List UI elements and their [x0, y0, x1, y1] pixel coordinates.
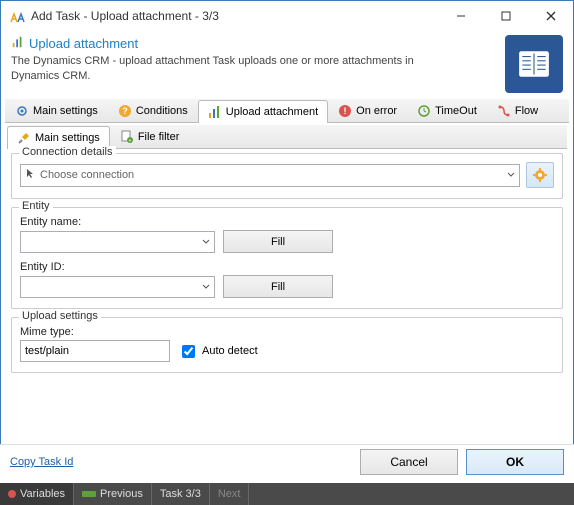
subtab-file-filter[interactable]: +File filter	[110, 125, 190, 148]
chevron-down-icon	[202, 238, 210, 246]
connection-settings-button[interactable]	[526, 162, 554, 188]
status-variables[interactable]: Variables	[0, 483, 74, 505]
header-title-row: Upload attachment	[11, 35, 505, 52]
status-task: Task 3/3	[152, 483, 210, 505]
tab-main-settings[interactable]: Main settings	[5, 99, 108, 122]
error-icon: !	[338, 104, 352, 118]
svg-text:+: +	[128, 138, 131, 144]
chart-icon	[11, 35, 25, 52]
mime-type-input[interactable]	[20, 340, 170, 362]
status-next: Next	[210, 483, 250, 505]
entity-name-label: Entity name:	[20, 216, 554, 228]
entity-legend: Entity	[19, 200, 53, 212]
tab-on-error[interactable]: !On error	[328, 99, 407, 122]
statusbar: Variables Previous Task 3/3 Next	[0, 483, 574, 505]
chevron-down-icon	[202, 283, 210, 291]
wrench-icon	[17, 131, 31, 145]
gear-icon	[15, 104, 29, 118]
cancel-button[interactable]: Cancel	[360, 449, 458, 475]
footer: Copy Task Id Cancel OK	[0, 444, 574, 483]
chart-icon	[208, 105, 222, 119]
entity-name-fill-button[interactable]: Fill	[223, 230, 333, 253]
maximize-button[interactable]	[483, 1, 528, 31]
entity-id-fill-button[interactable]: Fill	[223, 275, 333, 298]
auto-detect-input[interactable]	[182, 345, 195, 358]
svg-text:?: ?	[122, 106, 128, 116]
flow-icon	[497, 104, 511, 118]
entity-id-select[interactable]	[20, 276, 215, 298]
cursor-icon	[25, 168, 36, 182]
header: Upload attachment The Dynamics CRM - upl…	[1, 31, 573, 97]
question-icon: ?	[118, 104, 132, 118]
tab-conditions[interactable]: ?Conditions	[108, 99, 198, 122]
tab-flow[interactable]: Flow	[487, 99, 548, 122]
auto-detect-checkbox[interactable]: Auto detect	[178, 342, 258, 361]
prev-bar-icon	[82, 491, 96, 497]
window-title: Add Task - Upload attachment - 3/3	[31, 9, 438, 23]
header-desc: The Dynamics CRM - upload attachment Tas…	[11, 54, 431, 84]
copy-task-id-link[interactable]: Copy Task Id	[10, 456, 73, 468]
minimize-button[interactable]	[438, 1, 483, 31]
entity-name-select[interactable]	[20, 231, 215, 253]
header-title: Upload attachment	[29, 36, 138, 51]
main-tabs: Main settings ?Conditions Upload attachm…	[5, 99, 569, 123]
connection-select[interactable]: Choose connection	[20, 164, 520, 187]
tab-timeout[interactable]: TimeOut	[407, 99, 487, 122]
content-panel: Connection details Choose connection Ent…	[1, 149, 573, 385]
mime-type-label: Mime type:	[20, 326, 554, 338]
connection-fieldset: Connection details Choose connection	[11, 153, 563, 199]
upload-legend: Upload settings	[19, 310, 101, 322]
app-icon	[9, 8, 25, 24]
ok-button[interactable]: OK	[466, 449, 564, 475]
connection-legend: Connection details	[19, 146, 116, 158]
close-button[interactable]	[528, 1, 573, 31]
chevron-down-icon	[507, 171, 515, 179]
entity-id-label: Entity ID:	[20, 261, 554, 273]
entity-fieldset: Entity Entity name: Fill Entity ID: Fill	[11, 207, 563, 309]
gear-color-icon	[532, 167, 548, 183]
svg-text:!: !	[344, 106, 347, 116]
upload-settings-fieldset: Upload settings Mime type: Auto detect	[11, 317, 563, 373]
status-previous[interactable]: Previous	[74, 483, 152, 505]
tab-upload-attachment[interactable]: Upload attachment	[198, 100, 328, 123]
clock-icon	[417, 104, 431, 118]
titlebar: Add Task - Upload attachment - 3/3	[1, 1, 573, 31]
module-icon	[505, 35, 563, 93]
red-dot-icon	[8, 490, 16, 498]
file-filter-icon: +	[120, 130, 134, 144]
